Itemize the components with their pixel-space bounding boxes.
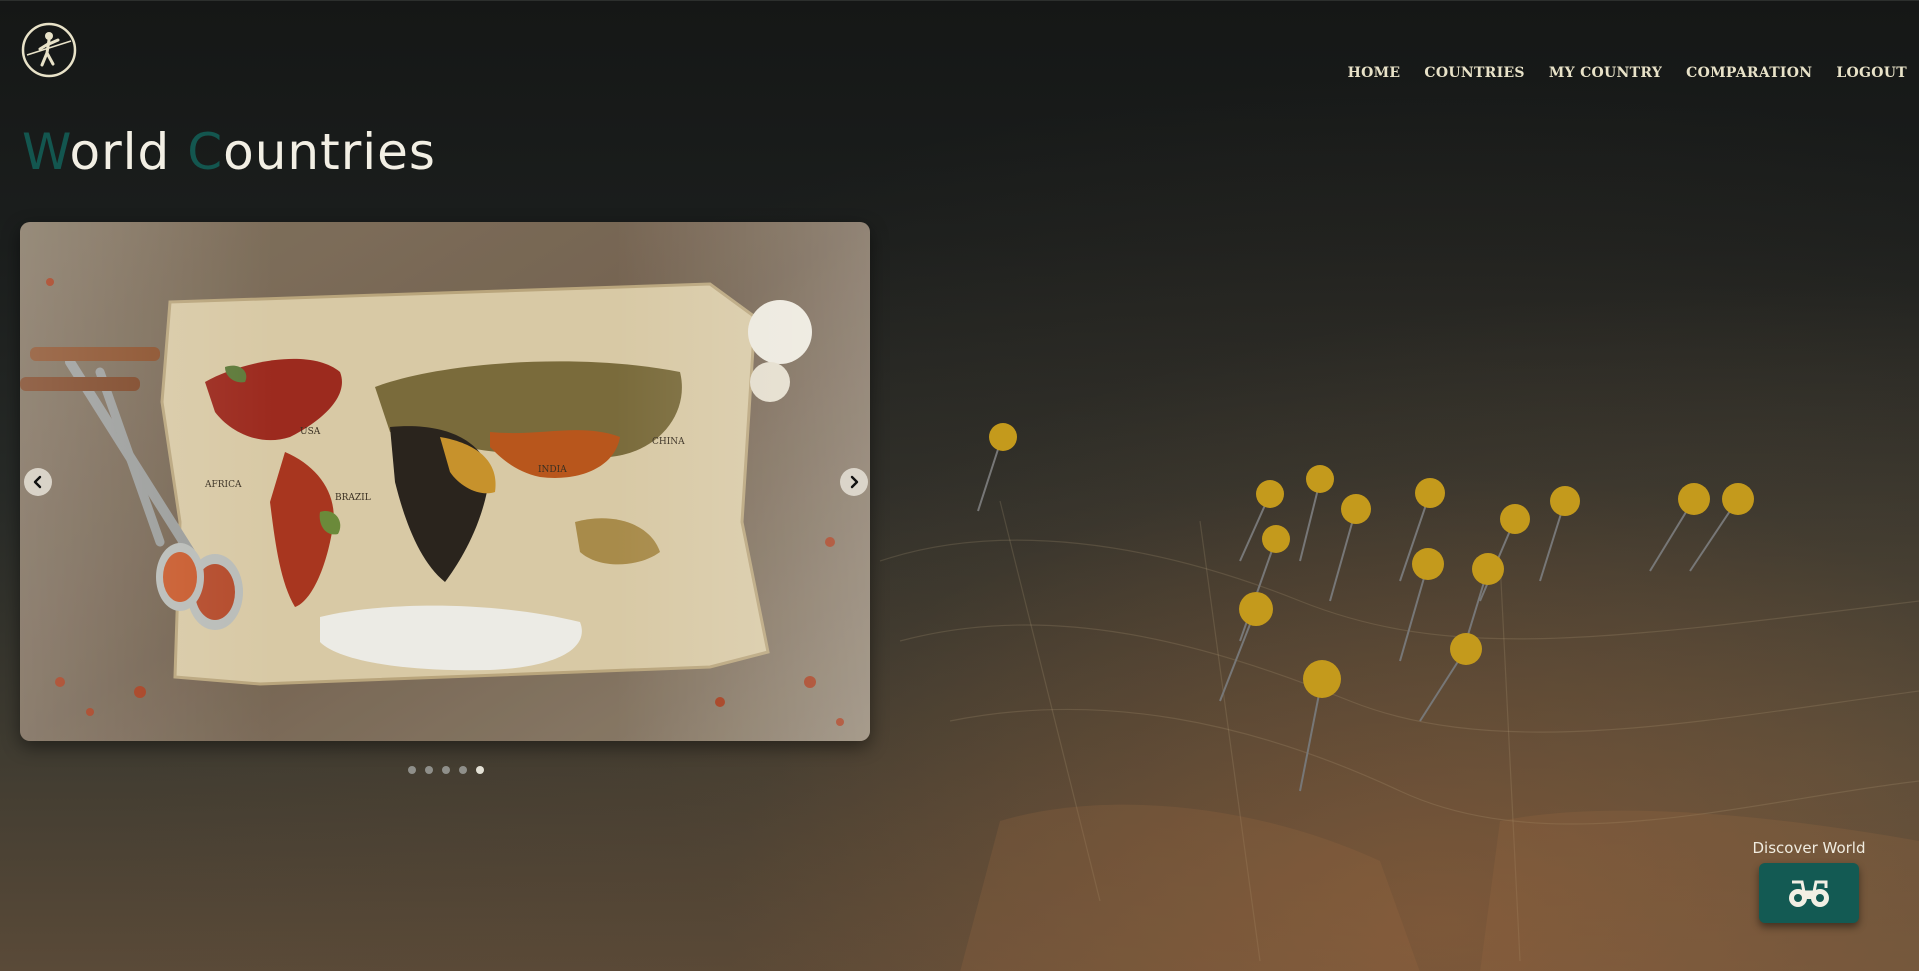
carousel-dot-4[interactable] [459,766,467,774]
logo-icon[interactable] [20,21,78,79]
page-title: World Countries [22,123,436,181]
carousel-next-button[interactable] [840,468,868,496]
title-initial-c: C [187,123,224,181]
map-label-brazil: BRAZIL [335,493,371,503]
map-label-china: CHINA [652,437,685,447]
carousel-dot-2[interactable] [425,766,433,774]
carousel-dot-3[interactable] [442,766,450,774]
map-pins [977,423,1754,792]
discover-world-label: Discover World [1752,839,1866,857]
main-nav: HOME COUNTRIES MY COUNTRY COMPARATION LO… [1348,65,1907,81]
nav-logout[interactable]: LOGOUT [1836,65,1907,81]
binoculars-icon [1789,880,1829,907]
chevron-left-icon [33,475,42,489]
carousel-prev-button[interactable] [24,468,52,496]
carousel-slide-spice-map: USA BRAZIL AFRICA CHINA INDIA [20,222,870,741]
title-rest-world: orld [69,123,171,181]
carousel-dot-1[interactable] [408,766,416,774]
map-label-africa: AFRICA [204,480,242,490]
discover-world: Discover World [1749,839,1869,923]
carousel-indicators [408,766,484,774]
title-initial-w: W [22,123,70,181]
image-carousel[interactable]: USA BRAZIL AFRICA CHINA INDIA [20,222,870,741]
nav-home[interactable]: HOME [1348,65,1401,81]
nav-my-country[interactable]: MY COUNTRY [1549,65,1662,81]
map-label-usa: USA [300,427,321,437]
chevron-right-icon [850,475,859,489]
map-label-india: INDIA [538,465,567,475]
title-rest-countries: ountries [223,123,436,181]
nav-comparation[interactable]: COMPARATION [1686,65,1812,81]
nav-countries[interactable]: COUNTRIES [1424,65,1524,81]
discover-world-button[interactable] [1759,863,1859,923]
carousel-dot-5[interactable] [476,766,484,774]
page: HOME COUNTRIES MY COUNTRY COMPARATION LO… [0,0,1919,971]
